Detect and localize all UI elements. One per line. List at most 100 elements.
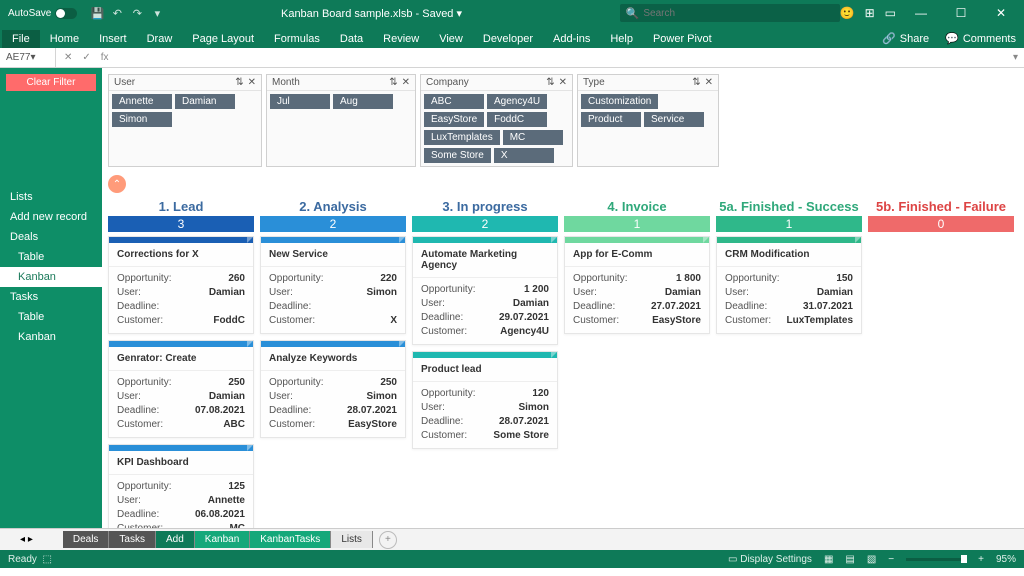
fx-icon[interactable]: fx [101, 52, 109, 63]
slicer-chip[interactable]: Simon [112, 112, 172, 127]
app-icon[interactable]: ⊞ [865, 6, 875, 20]
sidebar-item-tasks[interactable]: Tasks [0, 287, 102, 307]
ribbon-tab-draw[interactable]: Draw [137, 30, 183, 48]
slicer-chip[interactable]: Jul [270, 94, 330, 109]
redo-icon[interactable]: ↷ [131, 7, 143, 19]
slicer-chip[interactable]: Damian [175, 94, 235, 109]
sheet-tab-lists[interactable]: Lists [331, 531, 373, 548]
display-settings[interactable]: ▭ Display Settings [728, 554, 812, 565]
slicer-user: User⇅✕AnnetteDamianSimon [108, 74, 262, 167]
slicer-chip[interactable]: Aug [333, 94, 393, 109]
name-box[interactable]: AE77 ▾ [0, 48, 56, 67]
zoom-level[interactable]: 95% [996, 554, 1016, 565]
ribbon-tab-insert[interactable]: Insert [89, 30, 137, 48]
ribbon-options-icon[interactable]: ▭ [885, 6, 896, 20]
ribbon-tab-power-pivot[interactable]: Power Pivot [643, 30, 722, 48]
ribbon-tab-developer[interactable]: Developer [473, 30, 543, 48]
maximize-button[interactable]: ☐ [946, 6, 976, 20]
slicer-sort-icon[interactable]: ⇅ [692, 77, 700, 88]
add-sheet-button[interactable]: + [379, 531, 397, 549]
expand-formula-icon[interactable]: ▾ [1007, 52, 1024, 63]
minimize-button[interactable]: — [906, 6, 936, 20]
ribbon-tab-file[interactable]: File [2, 30, 40, 48]
kanban-card[interactable]: Product leadOpportunity:120User:SimonDea… [412, 351, 558, 449]
slicer-chip[interactable]: EasyStore [424, 112, 484, 127]
slicer-chip[interactable]: ABC [424, 94, 484, 109]
ribbon-tab-add-ins[interactable]: Add-ins [543, 30, 600, 48]
undo-icon[interactable]: ↶ [111, 7, 123, 19]
ribbon-tab-page-layout[interactable]: Page Layout [182, 30, 264, 48]
sidebar-item-table[interactable]: Table [0, 247, 102, 267]
slicer-chip[interactable]: Service [644, 112, 704, 127]
slicer-sort-icon[interactable]: ⇅ [235, 77, 243, 88]
sheet-tab-tasks[interactable]: Tasks [109, 531, 156, 548]
comments-button[interactable]: 💬Comments [937, 29, 1024, 48]
sheet-nav-next-icon[interactable]: ▸ [28, 534, 33, 545]
save-icon[interactable]: 💾 [91, 7, 103, 19]
zoom-out-icon[interactable]: − [888, 554, 894, 565]
column-header: 5b. Finished - Failure [868, 197, 1014, 216]
column-count: 1 [716, 216, 862, 232]
sidebar-item-table[interactable]: Table [0, 307, 102, 327]
kanban-card[interactable]: New ServiceOpportunity:220User:SimonDead… [260, 236, 406, 334]
enter-icon[interactable]: ✓ [82, 52, 90, 63]
ribbon-tab-help[interactable]: Help [600, 30, 643, 48]
kanban-card[interactable]: Corrections for XOpportunity:260User:Dam… [108, 236, 254, 334]
view-layout-icon[interactable]: ▤ [845, 554, 854, 565]
kanban-card[interactable]: Genrator: CreateOpportunity:250User:Dami… [108, 340, 254, 438]
collapse-button[interactable]: ⌃ [108, 175, 126, 193]
zoom-slider[interactable] [906, 558, 966, 561]
zoom-in-icon[interactable]: + [978, 554, 984, 565]
ribbon-tab-formulas[interactable]: Formulas [264, 30, 330, 48]
kanban-card[interactable]: KPI DashboardOpportunity:125User:Annette… [108, 444, 254, 528]
formula-input[interactable] [117, 48, 1007, 67]
slicer-company: Company⇅✕ABCAgency4UEasyStoreFoddCLuxTem… [420, 74, 573, 167]
ribbon-tab-review[interactable]: Review [373, 30, 429, 48]
sheet-nav-prev-icon[interactable]: ◂ [20, 534, 25, 545]
sidebar-item-add-new-record[interactable]: Add new record [0, 207, 102, 227]
sheet-tab-add[interactable]: Add [156, 531, 195, 548]
sidebar-item-kanban[interactable]: Kanban [0, 267, 102, 287]
close-button[interactable]: ✕ [986, 6, 1016, 20]
sheet-tab-deals[interactable]: Deals [63, 531, 110, 548]
slicer-clear-icon[interactable]: ✕ [248, 77, 256, 88]
slicer-chip[interactable]: Agency4U [487, 94, 547, 109]
slicer-chip[interactable]: FoddC [487, 112, 547, 127]
slicer-chip[interactable]: Some Store [424, 148, 491, 163]
ribbon-tab-data[interactable]: Data [330, 30, 373, 48]
slicer-clear-icon[interactable]: ✕ [402, 77, 410, 88]
slicer-clear-icon[interactable]: ✕ [559, 77, 567, 88]
slicer-clear-icon[interactable]: ✕ [705, 77, 713, 88]
view-break-icon[interactable]: ▧ [867, 554, 876, 565]
slicer-chip[interactable]: Product [581, 112, 641, 127]
search-input[interactable] [643, 8, 833, 19]
share-button[interactable]: 🔗Share [874, 29, 937, 48]
slicer-chip[interactable]: Customization [581, 94, 658, 109]
ribbon-tab-home[interactable]: Home [40, 30, 89, 48]
slicer-chip[interactable]: X [494, 148, 554, 163]
qat-dropdown-icon[interactable]: ▾ [151, 7, 163, 19]
kanban-card[interactable]: Automate Marketing AgencyOpportunity:1 2… [412, 236, 558, 345]
kanban-card[interactable]: CRM ModificationOpportunity:150User:Dami… [716, 236, 862, 334]
slicer-sort-icon[interactable]: ⇅ [546, 77, 554, 88]
clear-filter-button[interactable]: Clear Filter [6, 74, 96, 91]
kanban-card[interactable]: App for E-CommOpportunity:1 800User:Dami… [564, 236, 710, 334]
sheet-tab-kanban[interactable]: Kanban [195, 531, 250, 548]
cancel-icon[interactable]: ✕ [64, 52, 72, 63]
autosave-toggle[interactable]: AutoSave [8, 8, 77, 19]
slicer-chip[interactable]: Annette [112, 94, 172, 109]
kanban-card[interactable]: Analyze KeywordsOpportunity:250User:Simo… [260, 340, 406, 438]
sidebar-item-lists[interactable]: Lists [0, 187, 102, 207]
view-normal-icon[interactable]: ▦ [824, 554, 833, 565]
sidebar-item-deals[interactable]: Deals [0, 227, 102, 247]
sheet-tab-kanbantasks[interactable]: KanbanTasks [250, 531, 331, 548]
column-count: 2 [260, 216, 406, 232]
account-icon[interactable]: 🙂 [840, 6, 855, 20]
sidebar-item-kanban[interactable]: Kanban [0, 327, 102, 347]
slicer-sort-icon[interactable]: ⇅ [389, 77, 397, 88]
slicer-chip[interactable]: LuxTemplates [424, 130, 500, 145]
search-box[interactable]: 🔍 [620, 4, 840, 22]
slicer-chip[interactable]: MC [503, 130, 563, 145]
column-header: 5a. Finished - Success [716, 197, 862, 216]
ribbon-tab-view[interactable]: View [429, 30, 473, 48]
